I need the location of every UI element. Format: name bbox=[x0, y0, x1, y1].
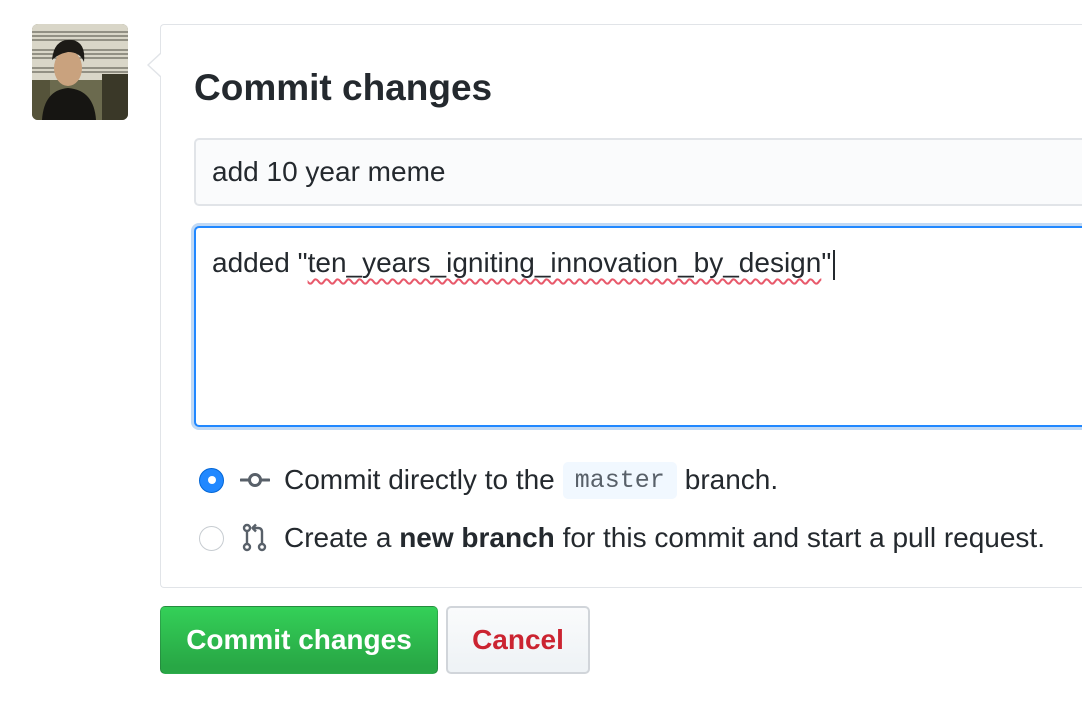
new-branch-label-end: for this commit and start a pull request… bbox=[562, 522, 1045, 553]
commit-directly-radio[interactable] bbox=[199, 467, 224, 493]
commit-changes-button[interactable]: Commit changes bbox=[160, 606, 438, 674]
description-text-suffix: " bbox=[821, 247, 832, 278]
avatar-photo bbox=[32, 24, 128, 120]
branch-name: master bbox=[562, 461, 677, 499]
new-branch-label-start: Create a bbox=[284, 522, 392, 553]
commit-description-textarea[interactable]: added "ten_years_igniting_innovation_by_… bbox=[194, 226, 1082, 427]
panel-pointer-fill bbox=[149, 53, 162, 77]
text-caret bbox=[833, 249, 836, 280]
git-commit-icon bbox=[240, 473, 270, 487]
git-pull-request-icon bbox=[242, 523, 267, 552]
description-text-misspelled: ten_years_igniting_innovation_by_design bbox=[307, 247, 822, 278]
commit-directly-label: Commit directly to the bbox=[284, 464, 555, 495]
commit-directly-suffix: branch. bbox=[684, 464, 779, 495]
new-branch-radio[interactable] bbox=[199, 525, 224, 551]
description-text-prefix: added " bbox=[212, 247, 308, 278]
option-new-branch[interactable]: Create a new branch for this commit and … bbox=[199, 521, 1045, 555]
new-branch-label-bold: new branch bbox=[399, 522, 555, 553]
commit-summary-input[interactable] bbox=[194, 138, 1082, 206]
option-commit-directly[interactable]: Commit directly to the master branch. bbox=[199, 461, 779, 499]
cancel-button[interactable]: Cancel bbox=[446, 606, 590, 674]
avatar[interactable] bbox=[32, 24, 128, 120]
page-title: Commit changes bbox=[194, 67, 493, 108]
